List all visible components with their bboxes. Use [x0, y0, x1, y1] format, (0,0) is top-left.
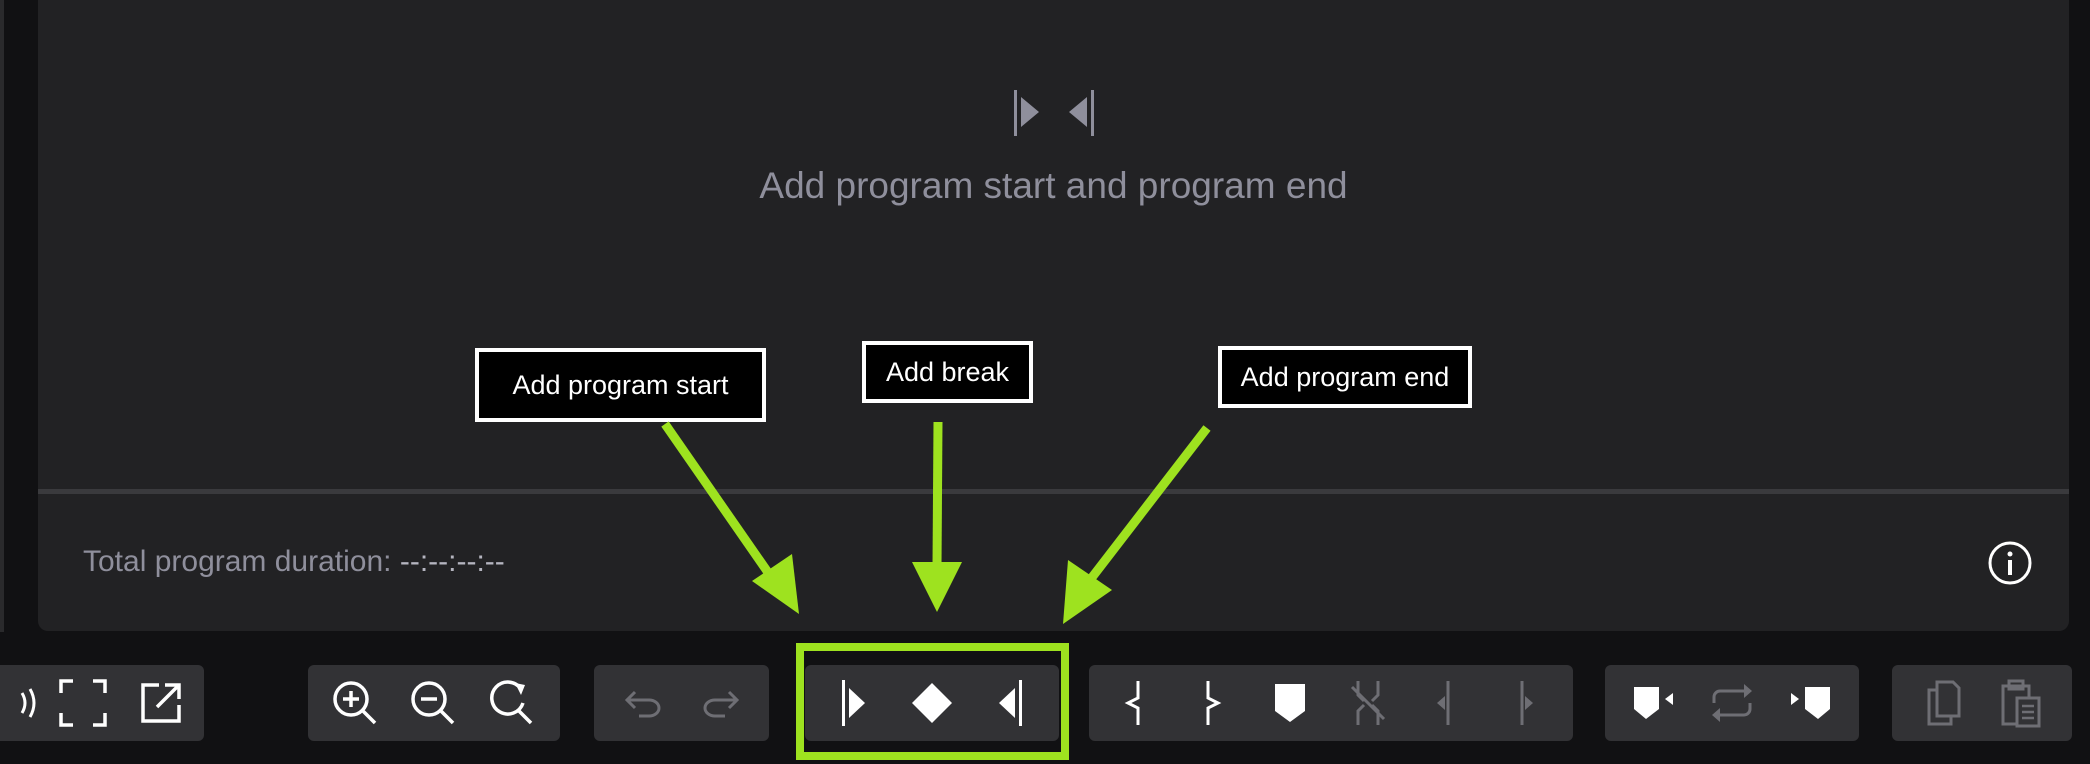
arrow-to-end: [1086, 425, 1211, 583]
arrowhead-break: [912, 562, 962, 612]
arrowhead-end: [1063, 560, 1112, 624]
arrow-to-break: [932, 421, 943, 567]
annotation-arrows: [661, 421, 1211, 624]
arrow-to-start: [661, 421, 780, 587]
